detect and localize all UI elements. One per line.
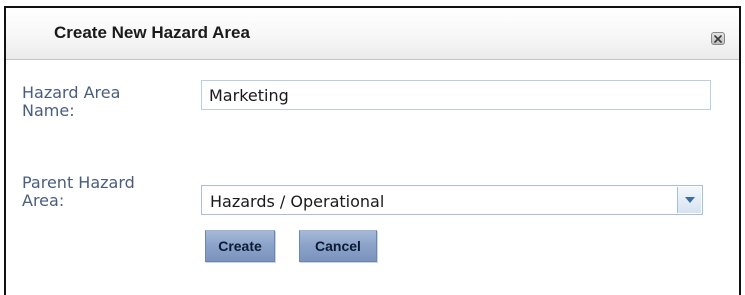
create-hazard-area-dialog: Create New Hazard Area Hazard Area Name:…: [4, 6, 741, 295]
hazard-area-name-label: Hazard Area Name:: [22, 83, 121, 120]
hazard-area-name-input[interactable]: [201, 80, 711, 110]
parent-hazard-area-select[interactable]: Hazards / Operational: [201, 185, 703, 215]
create-button[interactable]: Create: [205, 230, 275, 262]
dialog-title: Create New Hazard Area: [54, 23, 250, 42]
cancel-button[interactable]: Cancel: [299, 230, 377, 262]
chevron-down-icon: [684, 197, 695, 203]
dialog-titlebar: Create New Hazard Area: [6, 8, 739, 60]
close-icon: [714, 34, 722, 43]
dropdown-button[interactable]: [677, 187, 701, 213]
parent-hazard-area-value: Hazards / Operational: [210, 192, 385, 211]
close-button[interactable]: [711, 32, 725, 45]
parent-hazard-area-label: Parent Hazard Area:: [22, 173, 135, 210]
